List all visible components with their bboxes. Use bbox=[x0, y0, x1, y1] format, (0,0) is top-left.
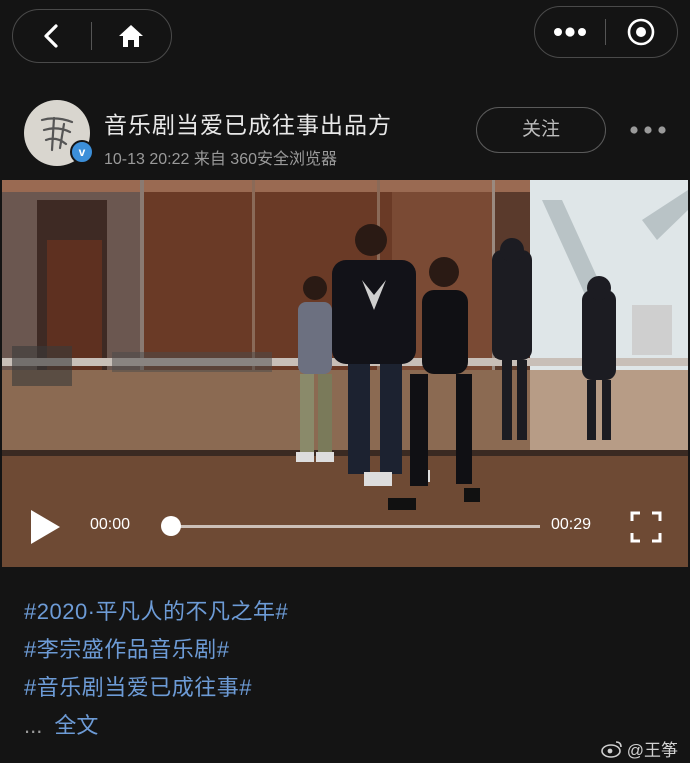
fullscreen-icon[interactable] bbox=[630, 511, 662, 543]
weibo-logo-icon bbox=[600, 740, 622, 758]
video-player[interactable] bbox=[2, 180, 688, 567]
menu-button[interactable] bbox=[535, 7, 605, 57]
follow-button[interactable]: 关注 bbox=[476, 107, 606, 153]
post-meta: 10-13 20:22 来自 360安全浏览器 bbox=[104, 151, 337, 168]
video-frame bbox=[2, 180, 688, 567]
total-time: 00:29 bbox=[551, 516, 592, 533]
chevron-left-icon bbox=[44, 24, 58, 48]
watermark-text: @王筝 bbox=[626, 741, 678, 760]
progress-handle[interactable] bbox=[161, 516, 181, 536]
home-button[interactable] bbox=[92, 10, 170, 62]
avatar[interactable]: v bbox=[24, 100, 94, 166]
ellipsis-text: ... bbox=[24, 713, 43, 738]
close-miniprogram-button[interactable] bbox=[606, 7, 676, 57]
expand-row: ... 全文 bbox=[24, 708, 98, 740]
verified-badge: v bbox=[70, 140, 94, 164]
target-icon bbox=[627, 18, 655, 46]
watermark: @王筝 bbox=[600, 736, 678, 761]
nav-capsule-right bbox=[534, 6, 678, 58]
hashtag-link[interactable]: #2020·平凡人的不凡之年# bbox=[24, 594, 288, 626]
nav-capsule-left bbox=[12, 9, 172, 63]
hashtag-link[interactable]: #李宗盛作品音乐剧# bbox=[24, 632, 229, 664]
play-icon[interactable] bbox=[28, 508, 62, 546]
progress-bar[interactable] bbox=[172, 525, 540, 528]
full-text-link[interactable]: 全文 bbox=[54, 713, 98, 738]
back-button[interactable] bbox=[13, 10, 91, 62]
account-name[interactable]: 音乐剧当爱已成往事出品方 bbox=[104, 106, 392, 140]
hashtag-link[interactable]: #音乐剧当爱已成往事# bbox=[24, 670, 252, 702]
ellipsis-icon bbox=[554, 27, 586, 37]
home-icon bbox=[119, 25, 143, 47]
current-time: 00:00 bbox=[90, 516, 131, 533]
more-options-icon[interactable] bbox=[628, 120, 668, 140]
